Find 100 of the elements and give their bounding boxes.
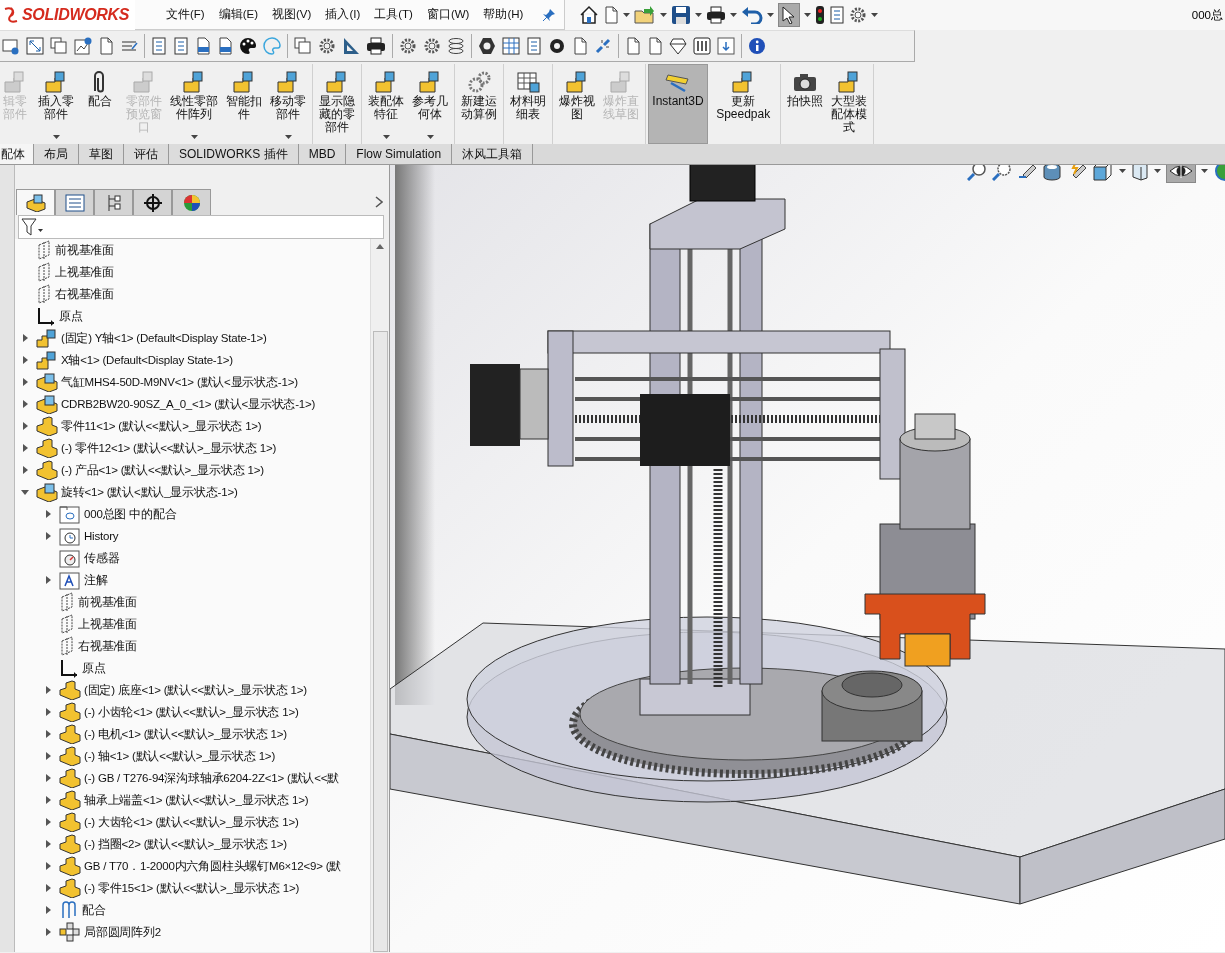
gear-icon[interactable] <box>318 37 336 55</box>
ribbon-button[interactable]: 配合 <box>78 64 122 144</box>
expand-arrow-icon[interactable] <box>43 927 53 937</box>
save-icon[interactable] <box>671 5 691 25</box>
tree-item[interactable]: 配合 <box>82 902 106 918</box>
expand-arrow-icon[interactable] <box>43 861 53 871</box>
list-icon[interactable] <box>173 37 189 55</box>
tree-item[interactable]: (-) 轴<1> (默认<<默认>_显示状态 1>) <box>84 748 275 764</box>
ribbon-button[interactable]: 移动零部件 <box>266 64 310 144</box>
sliders-icon[interactable] <box>693 37 711 55</box>
tree-item[interactable]: History <box>84 530 119 542</box>
caret-icon[interactable] <box>730 12 737 18</box>
tree-item[interactable]: (-) 挡圈<2> (默认<<默认>_显示状态 1>) <box>84 836 287 852</box>
ribbon-button[interactable]: 爆炸视图 <box>555 64 599 144</box>
tree-item[interactable]: (-) GB / T276-94深沟球轴承6204-2Z<1> (默认<<默 <box>84 770 340 786</box>
document-icon[interactable] <box>603 6 619 24</box>
expand-arrow-icon[interactable] <box>43 905 53 915</box>
ribbon-button[interactable]: 新建运动算例 <box>457 64 501 144</box>
tree-item[interactable]: 气缸MHS4-50D-M9NV<1> (默认<显示状态-1>) <box>61 374 298 390</box>
document-icon[interactable] <box>647 37 663 55</box>
list-icon[interactable] <box>151 37 167 55</box>
menu-item[interactable]: 插入(I) <box>318 7 368 22</box>
expand-arrow-icon[interactable] <box>20 355 30 365</box>
tree-item[interactable]: (-) 零件12<1> (默认<<默认>_显示状态 1>) <box>61 440 277 456</box>
panel-tab[interactable] <box>16 189 55 215</box>
expand-arrow-icon[interactable] <box>43 839 53 849</box>
expand-arrow-icon[interactable] <box>43 707 53 717</box>
pdf-document-icon[interactable] <box>217 37 233 55</box>
expand-arrow-icon[interactable] <box>43 751 53 761</box>
lifebuoy-icon[interactable] <box>548 37 566 55</box>
download-icon[interactable] <box>717 37 735 55</box>
expand-arrow-icon[interactable] <box>43 773 53 783</box>
caret-icon[interactable] <box>1154 168 1161 174</box>
caret-icon[interactable] <box>1119 168 1126 174</box>
caret-icon[interactable] <box>695 12 702 18</box>
chart-icon[interactable] <box>74 37 92 55</box>
diamond-icon[interactable] <box>669 37 687 55</box>
caret-icon[interactable] <box>871 12 878 18</box>
filter-icon[interactable] <box>21 217 43 237</box>
grid-icon[interactable] <box>502 37 520 55</box>
tree-item[interactable]: 上视基准面 <box>78 616 137 632</box>
expand-arrow-icon[interactable] <box>20 399 30 409</box>
list-icon[interactable] <box>526 37 542 55</box>
stack-icon[interactable] <box>447 37 465 55</box>
expand-arrow-icon[interactable] <box>43 531 53 541</box>
ribbon-button[interactable]: 材料明细表 <box>506 64 550 144</box>
expand-arrow-icon[interactable] <box>43 575 53 585</box>
ribbon-button[interactable]: 插入零部件 <box>34 64 78 144</box>
tree-item[interactable]: 原点 <box>82 660 106 676</box>
tree-item[interactable]: 右视基准面 <box>55 286 114 302</box>
menu-item[interactable]: 编辑(E) <box>211 7 266 22</box>
tree-item[interactable]: (固定) 底座<1> (默认<<默认>_显示状态 1>) <box>84 682 307 698</box>
expand-arrow-icon[interactable] <box>43 817 53 827</box>
ribbon-button[interactable]: 线性零部件阵列 <box>166 64 222 144</box>
tree-item[interactable]: (-) 大齿轮<1> (默认<<默认>_显示状态 1>) <box>84 814 299 830</box>
tree-item[interactable]: (-) 产品<1> (默认<<默认>_显示状态 1>) <box>61 462 264 478</box>
printer-icon[interactable] <box>706 6 726 24</box>
expand-arrow-icon[interactable] <box>43 729 53 739</box>
zoom-to-fit-icon[interactable] <box>967 165 987 181</box>
menu-item[interactable]: 文件(F) <box>159 7 212 22</box>
shaded-box-icon[interactable] <box>1131 165 1149 181</box>
home-icon[interactable] <box>579 5 599 25</box>
gear-icon[interactable] <box>423 37 441 55</box>
palette-icon[interactable] <box>239 37 257 55</box>
undo-icon[interactable] <box>741 6 763 24</box>
collapse-arrow-icon[interactable] <box>20 487 30 497</box>
pin-icon[interactable] <box>542 7 556 22</box>
flashlight-icon[interactable] <box>1017 165 1037 181</box>
document-icon[interactable] <box>572 37 588 55</box>
tree-item[interactable]: 传感器 <box>84 550 120 566</box>
expand-arrow-icon[interactable] <box>20 443 30 453</box>
tree-item[interactable]: 旋转<1> (默认<默认_显示状态-1>) <box>61 484 238 500</box>
caret-icon[interactable] <box>427 135 434 140</box>
tab[interactable]: 配体 <box>0 144 34 164</box>
globe-icon[interactable] <box>1213 165 1225 181</box>
ribbon-button[interactable]: 拍快照 <box>783 64 828 144</box>
ribbon-button[interactable]: 装配体特征 <box>364 64 408 144</box>
resize-icon[interactable] <box>26 37 44 55</box>
menu-item[interactable]: 窗口(W) <box>419 7 477 22</box>
traffic-light-icon[interactable] <box>815 5 825 25</box>
zoom-area-icon[interactable] <box>992 165 1012 181</box>
ribbon-button[interactable]: Instant3D <box>648 64 708 144</box>
broken-link-icon[interactable] <box>594 37 612 55</box>
tree-item[interactable]: 轴承上端盖<1> (默认<<默认>_显示状态 1>) <box>84 792 309 808</box>
caret-icon[interactable] <box>1201 168 1208 174</box>
tree-item[interactable]: 000总图 中的配合 <box>84 506 177 522</box>
tree-item[interactable]: (-) 电机<1> (默认<<默认>_显示状态 1>) <box>84 726 287 742</box>
pdf-document-icon[interactable] <box>195 37 211 55</box>
ribbon-button[interactable]: 参考几何体 <box>408 64 452 144</box>
expand-arrow-icon[interactable] <box>43 795 53 805</box>
caret-icon[interactable] <box>623 12 630 18</box>
caret-icon[interactable] <box>191 135 198 140</box>
tree-item[interactable]: 右视基准面 <box>78 638 137 654</box>
hexagon-nut-icon[interactable] <box>478 37 496 55</box>
tree-item[interactable]: 注解 <box>84 572 108 588</box>
menu-item[interactable]: 帮助(H) <box>476 7 531 22</box>
tree-item[interactable]: 零件11<1> (默认<<默认>_显示状态 1>) <box>61 418 262 434</box>
section-cylinder-icon[interactable] <box>1042 165 1062 181</box>
gear-icon[interactable] <box>849 6 867 24</box>
document-icon[interactable] <box>98 37 114 55</box>
